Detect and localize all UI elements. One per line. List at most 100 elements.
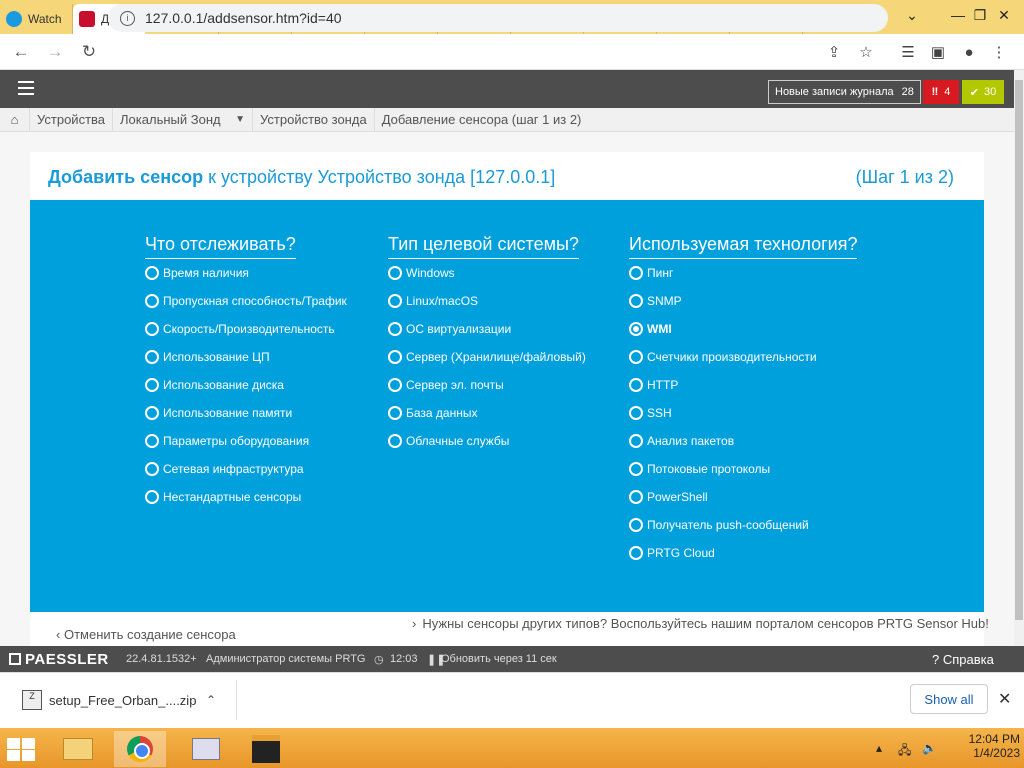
radio-unchecked-icon[interactable] — [145, 490, 159, 504]
breadcrumb-local-probe-label: Локальный Зонд — [120, 112, 221, 127]
radio-unchecked-icon[interactable] — [145, 266, 159, 280]
forward-icon[interactable]: → — [40, 37, 70, 67]
window-close-icon[interactable]: ✕ — [982, 0, 1024, 30]
download-menu-chevron-icon[interactable]: ⌃ — [206, 693, 216, 707]
radio-unchecked-icon[interactable] — [145, 322, 159, 336]
back-icon[interactable]: ← — [6, 37, 36, 67]
filter-option[interactable]: Использование диска — [145, 378, 284, 392]
filter-option[interactable]: Сервер эл. почты — [388, 378, 504, 392]
filter-option[interactable]: SSH — [629, 406, 672, 420]
volume-icon[interactable]: 🔈 — [922, 741, 937, 755]
site-info-icon[interactable]: i — [120, 10, 135, 26]
browser-tab[interactable]: Watch — [0, 4, 73, 34]
windows-start-icon[interactable] — [6, 737, 36, 761]
sensor-hub-link[interactable]: › Нужны сенсоры других типов? Воспользуйт… — [412, 616, 989, 631]
radio-unchecked-icon[interactable] — [145, 434, 159, 448]
filter-option[interactable]: Время наличия — [145, 266, 249, 280]
share-icon[interactable]: ⇪ — [820, 38, 848, 66]
filter-option[interactable]: Скорость/Производительность — [145, 322, 335, 336]
user-text[interactable]: Администратор системы PRTG — [206, 653, 365, 665]
radio-unchecked-icon[interactable] — [629, 378, 643, 392]
breadcrumb-current: Добавление сенсора (шаг 1 из 2) — [381, 112, 582, 127]
side-panel-icon[interactable]: ▣ — [924, 38, 952, 66]
radio-unchecked-icon[interactable] — [145, 462, 159, 476]
breadcrumb-probe-device[interactable]: Устройство зонда — [253, 107, 375, 132]
filter-option[interactable]: Пропускная способность/Трафик — [145, 294, 347, 308]
filter-option[interactable]: WMI — [629, 322, 672, 336]
radio-unchecked-icon[interactable] — [629, 434, 643, 448]
radio-unchecked-icon[interactable] — [629, 266, 643, 280]
filter-option-label: PRTG Cloud — [647, 546, 715, 560]
radio-unchecked-icon[interactable] — [629, 518, 643, 532]
close-download-bar-icon[interactable]: ✕ — [998, 689, 1011, 709]
chrome-taskbar-icon[interactable] — [114, 731, 166, 767]
help-link[interactable]: ? Справка — [932, 652, 994, 667]
page-scrollbar[interactable] — [1014, 70, 1024, 646]
system-clock[interactable]: 12:04 PM 1/4/2023 — [950, 732, 1020, 760]
radio-unchecked-icon[interactable] — [388, 378, 402, 392]
show-all-button[interactable]: Show all — [910, 684, 988, 714]
radio-unchecked-icon[interactable] — [629, 294, 643, 308]
radio-unchecked-icon[interactable] — [388, 350, 402, 364]
radio-unchecked-icon[interactable] — [629, 462, 643, 476]
app-taskbar-icon[interactable] — [240, 731, 292, 767]
reload-icon[interactable]: ↻ — [74, 37, 104, 67]
filter-option[interactable]: Нестандартные сенсоры — [145, 490, 301, 504]
alarm-count-button[interactable]: ‼ 4 — [923, 80, 959, 104]
device-name: Устройство зонда [127.0.0.1] — [317, 167, 556, 187]
filter-option[interactable]: ОС виртуализации — [388, 322, 511, 336]
url-input[interactable]: i 127.0.0.1/addsensor.htm?id=40 — [108, 4, 888, 32]
filter-option[interactable]: Сервер (Хранилище/файловый) — [388, 350, 586, 364]
filter-option[interactable]: Потоковые протоколы — [629, 462, 770, 476]
chrome-menu-icon[interactable]: ⋮ — [985, 38, 1013, 66]
filter-option[interactable]: Параметры оборудования — [145, 434, 309, 448]
filter-option[interactable]: Пинг — [629, 266, 673, 280]
radio-unchecked-icon[interactable] — [388, 266, 402, 280]
tray-expand-icon[interactable]: ▴ — [876, 741, 882, 755]
filter-option[interactable]: SNMP — [629, 294, 682, 308]
new-log-entries-button[interactable]: Новые записи журнала 28 — [768, 80, 921, 104]
filter-option[interactable]: Windows — [388, 266, 455, 280]
download-filename[interactable]: setup_Free_Orban_....zip — [49, 693, 196, 708]
reading-list-icon[interactable]: ☰ — [894, 38, 922, 66]
cancel-add-sensor-link[interactable]: ‹ Отменить создание сенсора — [56, 627, 236, 642]
filter-option[interactable]: Облачные службы — [388, 434, 509, 448]
refresh-text[interactable]: Обновить через 11 сек — [441, 653, 557, 665]
filter-option[interactable]: Использование ЦП — [145, 350, 270, 364]
scrollbar-thumb[interactable] — [1015, 80, 1023, 620]
radio-unchecked-icon[interactable] — [388, 406, 402, 420]
file-explorer-icon[interactable] — [52, 731, 104, 767]
filter-option[interactable]: Анализ пакетов — [629, 434, 734, 448]
breadcrumb-local-probe[interactable]: Локальный Зонд ▼ — [113, 107, 254, 132]
ok-count-button[interactable]: ✔ 30 — [962, 80, 1004, 104]
filter-option[interactable]: HTTP — [629, 378, 678, 392]
hamburger-menu-icon[interactable] — [18, 81, 34, 99]
radio-unchecked-icon[interactable] — [145, 350, 159, 364]
radio-unchecked-icon[interactable] — [145, 294, 159, 308]
tab-search-icon[interactable]: ⌄ — [890, 0, 934, 30]
radio-unchecked-icon[interactable] — [388, 322, 402, 336]
filter-option[interactable]: Сетевая инфраструктура — [145, 462, 304, 476]
home-icon[interactable]: ⌂ — [0, 107, 30, 132]
radio-unchecked-icon[interactable] — [388, 294, 402, 308]
task-manager-icon[interactable] — [180, 731, 232, 767]
radio-checked-icon[interactable] — [629, 322, 643, 336]
filter-option[interactable]: Счетчики производительности — [629, 350, 817, 364]
filter-option[interactable]: База данных — [388, 406, 477, 420]
filter-option[interactable]: PowerShell — [629, 490, 708, 504]
profile-avatar-icon[interactable]: ● — [955, 38, 983, 66]
filter-option[interactable]: Использование памяти — [145, 406, 292, 420]
bookmark-star-icon[interactable]: ☆ — [852, 38, 880, 66]
breadcrumb-devices[interactable]: Устройства — [30, 107, 114, 132]
radio-unchecked-icon[interactable] — [629, 350, 643, 364]
radio-unchecked-icon[interactable] — [145, 378, 159, 392]
filter-option[interactable]: Linux/macOS — [388, 294, 478, 308]
radio-unchecked-icon[interactable] — [629, 490, 643, 504]
filter-option[interactable]: PRTG Cloud — [629, 546, 715, 560]
radio-unchecked-icon[interactable] — [629, 406, 643, 420]
radio-unchecked-icon[interactable] — [145, 406, 159, 420]
network-icon[interactable]: 🖧 — [898, 741, 911, 762]
radio-unchecked-icon[interactable] — [629, 546, 643, 560]
radio-unchecked-icon[interactable] — [388, 434, 402, 448]
filter-option[interactable]: Получатель push-сообщений — [629, 518, 809, 532]
